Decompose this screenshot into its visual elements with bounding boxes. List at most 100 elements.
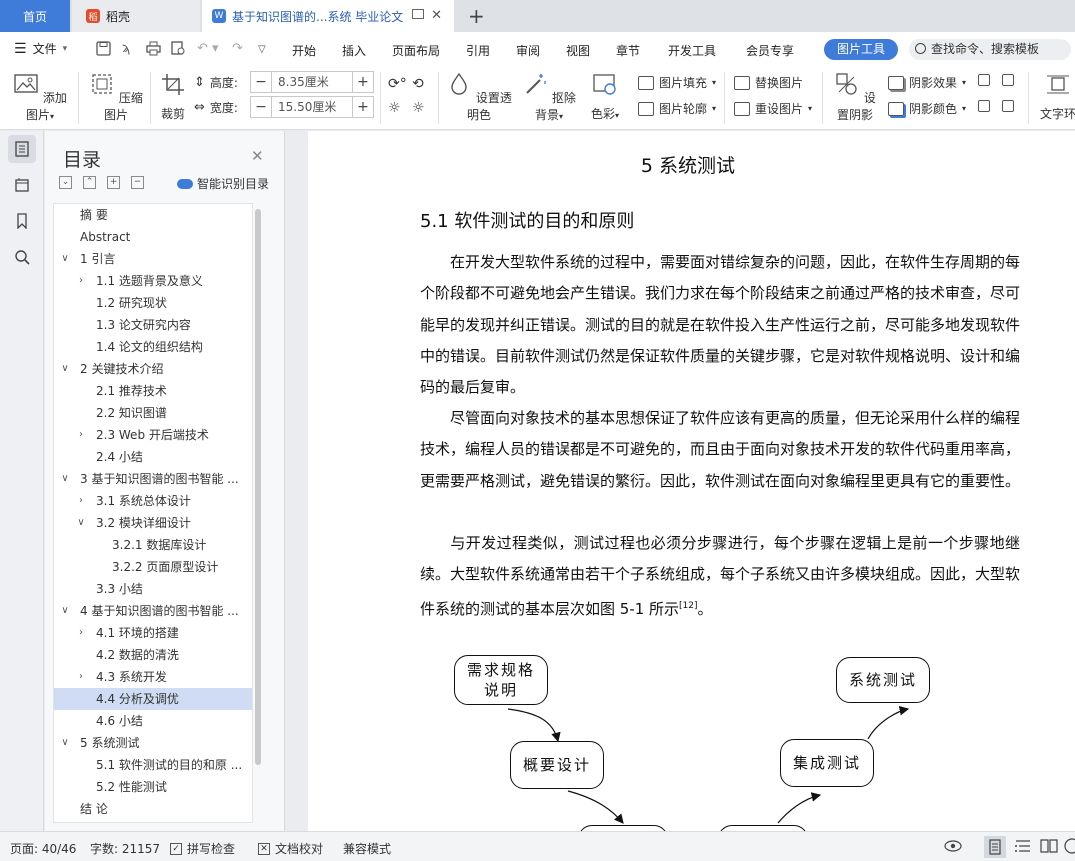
height-stepper[interactable]: − 8.35厘米 + bbox=[250, 71, 374, 93]
command-search[interactable]: 查找命令、搜索模板 bbox=[909, 39, 1071, 60]
menu-reference[interactable]: 引用 bbox=[466, 42, 490, 59]
toc-item[interactable]: ∨ 1 引言 bbox=[54, 248, 252, 270]
width-stepper[interactable]: − 15.50厘米 + bbox=[250, 96, 374, 118]
nudge-left-icon[interactable] bbox=[978, 100, 990, 112]
toc-item[interactable]: 2.2 知识图谱 bbox=[54, 402, 252, 424]
chevron-down-icon[interactable]: ∨ bbox=[60, 600, 70, 622]
word-count[interactable]: 字数: 21157 bbox=[90, 840, 160, 857]
add-heading-icon[interactable]: + bbox=[107, 176, 120, 189]
menu-start[interactable]: 开始 bbox=[292, 42, 316, 59]
color-button[interactable]: 色彩▾ bbox=[586, 72, 624, 122]
toc-item[interactable]: › 3.1 系统总体设计 bbox=[54, 490, 252, 512]
toc-item[interactable]: › 4.1 环境的搭建 bbox=[54, 622, 252, 644]
toc-item[interactable]: 3.2.2 页面原型设计 bbox=[54, 556, 252, 578]
chevron-down-icon[interactable]: ∨ bbox=[60, 358, 70, 380]
citation-ref[interactable]: [12] bbox=[679, 601, 697, 611]
width-input[interactable]: 15.50厘米 bbox=[271, 97, 353, 117]
menu-picture-tools[interactable]: 图片工具 bbox=[824, 39, 898, 60]
reset-picture-button[interactable]: 重设图片 ▾ bbox=[734, 100, 812, 117]
reading-view-icon[interactable] bbox=[1040, 838, 1058, 854]
menu-page-layout[interactable]: 页面布局 bbox=[392, 42, 440, 59]
spell-check-button[interactable]: ✓ 拼写检查 bbox=[170, 840, 235, 857]
document-page[interactable]: 5 系统测试 5.1 软件测试的目的和原则 在开发大型软件系统的过程中，需要面对… bbox=[308, 131, 1075, 831]
replace-picture-button[interactable]: 替换图片 bbox=[734, 74, 803, 91]
toc-item[interactable]: 摘 要 bbox=[54, 204, 252, 226]
menu-review[interactable]: 审阅 bbox=[516, 42, 540, 59]
toc-item[interactable]: ∨ 3.2 模块详细设计 bbox=[54, 512, 252, 534]
menu-view[interactable]: 视图 bbox=[566, 42, 590, 59]
tab-home[interactable]: 首页 bbox=[0, 0, 70, 32]
chevron-right-icon[interactable]: › bbox=[76, 666, 86, 688]
shadow-color-button[interactable]: 阴影颜色 ▾ bbox=[888, 100, 966, 117]
test-levels-diagram[interactable]: 需求规格说明 系统测试 概要设计 集成测试 bbox=[448, 651, 948, 831]
chevron-down-icon[interactable]: ∨ bbox=[76, 512, 86, 534]
add-picture-button[interactable]: 添加图片▾ bbox=[10, 72, 70, 123]
page-view-icon[interactable] bbox=[984, 836, 1006, 858]
picture-fill-button[interactable]: 图片填充 ▾ bbox=[638, 74, 716, 91]
tab-document[interactable]: W 基于知识图谱的...系统 毕业论文 ✕ bbox=[202, 0, 454, 32]
close-icon[interactable]: ✕ bbox=[251, 147, 264, 165]
file-menu[interactable]: ☰ 文件 ▾ bbox=[14, 40, 67, 57]
text-wrap-button[interactable]: 文字环 bbox=[1038, 72, 1075, 122]
remove-heading-icon[interactable]: − bbox=[131, 176, 144, 189]
toc-item[interactable]: 4.6 小结 bbox=[54, 710, 252, 732]
toc-item[interactable]: Abstract bbox=[54, 226, 252, 248]
nudge-up-icon[interactable] bbox=[978, 74, 990, 86]
web-view-icon[interactable] bbox=[1064, 838, 1075, 854]
toc-item[interactable]: › 1.1 选题背景及意义 bbox=[54, 270, 252, 292]
width-decrease-button[interactable]: − bbox=[251, 99, 271, 115]
toc-item[interactable]: 5.1 软件测试的目的和原 ... bbox=[54, 754, 252, 776]
collapse-all-icon[interactable]: ⌄ bbox=[59, 176, 72, 189]
menu-member[interactable]: 会员专享 bbox=[746, 42, 794, 59]
menu-chapter[interactable]: 章节 bbox=[616, 42, 640, 59]
toc-item[interactable]: 4.2 数据的清洗 bbox=[54, 644, 252, 666]
crop-button[interactable]: 裁剪 bbox=[158, 72, 188, 122]
chevron-down-icon[interactable]: ∨ bbox=[60, 248, 70, 270]
toc-item[interactable]: 4.4 分析及调优 bbox=[54, 688, 252, 710]
print-icon[interactable] bbox=[146, 41, 161, 60]
toc-item[interactable]: 1.2 研究现状 bbox=[54, 292, 252, 314]
set-transparency-button[interactable]: 设置透明色 bbox=[446, 72, 512, 123]
redo-icon[interactable]: ↷ bbox=[232, 41, 243, 56]
shadow-effect-button[interactable]: 阴影效果 ▾ bbox=[888, 74, 966, 91]
print-preview-icon[interactable] bbox=[171, 41, 186, 60]
toc-item[interactable]: 1.3 论文研究内容 bbox=[54, 314, 252, 336]
toc-item[interactable]: 3.2.1 数据库设计 bbox=[54, 534, 252, 556]
picture-outline-button[interactable]: 图片轮廓 ▾ bbox=[638, 100, 716, 117]
menu-insert[interactable]: 插入 bbox=[342, 42, 366, 59]
undo-icon[interactable]: ↶ ▾ bbox=[197, 41, 219, 56]
find-icon[interactable] bbox=[8, 243, 36, 271]
new-tab-button[interactable]: + bbox=[468, 4, 485, 28]
height-increase-button[interactable]: + bbox=[353, 74, 373, 90]
height-input[interactable]: 8.35厘米 bbox=[271, 72, 353, 92]
height-decrease-button[interactable]: − bbox=[251, 74, 271, 90]
toc-item[interactable]: ∨ 4 基于知识图谱的图书智能 ... bbox=[54, 600, 252, 622]
toc-item[interactable]: 5.2 性能测试 bbox=[54, 776, 252, 798]
toc-item[interactable]: ∨ 2 关键技术介绍 bbox=[54, 358, 252, 380]
toc-scrollbar[interactable] bbox=[255, 209, 261, 765]
chevron-right-icon[interactable]: › bbox=[76, 270, 86, 292]
toc-item[interactable]: ∨ 3 基于知识图谱的图书智能 ... bbox=[54, 468, 252, 490]
toc-item[interactable]: 2.1 推荐技术 bbox=[54, 380, 252, 402]
toc-item[interactable]: ∨ 5 系统测试 bbox=[54, 732, 252, 754]
contrast-icon[interactable]: ☼ bbox=[412, 100, 425, 116]
remove-background-button[interactable]: 抠除背景▾ bbox=[518, 72, 580, 123]
save-icon[interactable] bbox=[96, 41, 111, 60]
bookmark-icon[interactable] bbox=[8, 207, 36, 235]
nudge-down-icon[interactable] bbox=[1002, 74, 1014, 86]
menu-developer[interactable]: 开发工具 bbox=[668, 42, 716, 59]
chevron-down-icon[interactable]: ∨ bbox=[60, 468, 70, 490]
chevron-right-icon[interactable]: › bbox=[76, 622, 86, 644]
width-increase-button[interactable]: + bbox=[353, 99, 373, 115]
set-shadow-button[interactable]: 设置阴影 bbox=[830, 72, 880, 123]
quick-access-dropdown-icon[interactable]: ▽ bbox=[258, 44, 266, 55]
proofread-button[interactable]: ✕ 文档校对 bbox=[258, 840, 323, 857]
toc-item[interactable]: 3.3 小结 bbox=[54, 578, 252, 600]
rotate-left-icon[interactable]: ⟲ bbox=[412, 76, 424, 92]
brightness-icon[interactable]: ☼ bbox=[388, 100, 401, 116]
chevron-down-icon[interactable]: ∨ bbox=[60, 732, 70, 754]
toc-item[interactable]: 2.4 小结 bbox=[54, 446, 252, 468]
chevron-right-icon[interactable]: › bbox=[76, 424, 86, 446]
eye-protect-icon[interactable] bbox=[944, 838, 962, 854]
expand-up-icon[interactable]: ⌃ bbox=[83, 176, 96, 189]
